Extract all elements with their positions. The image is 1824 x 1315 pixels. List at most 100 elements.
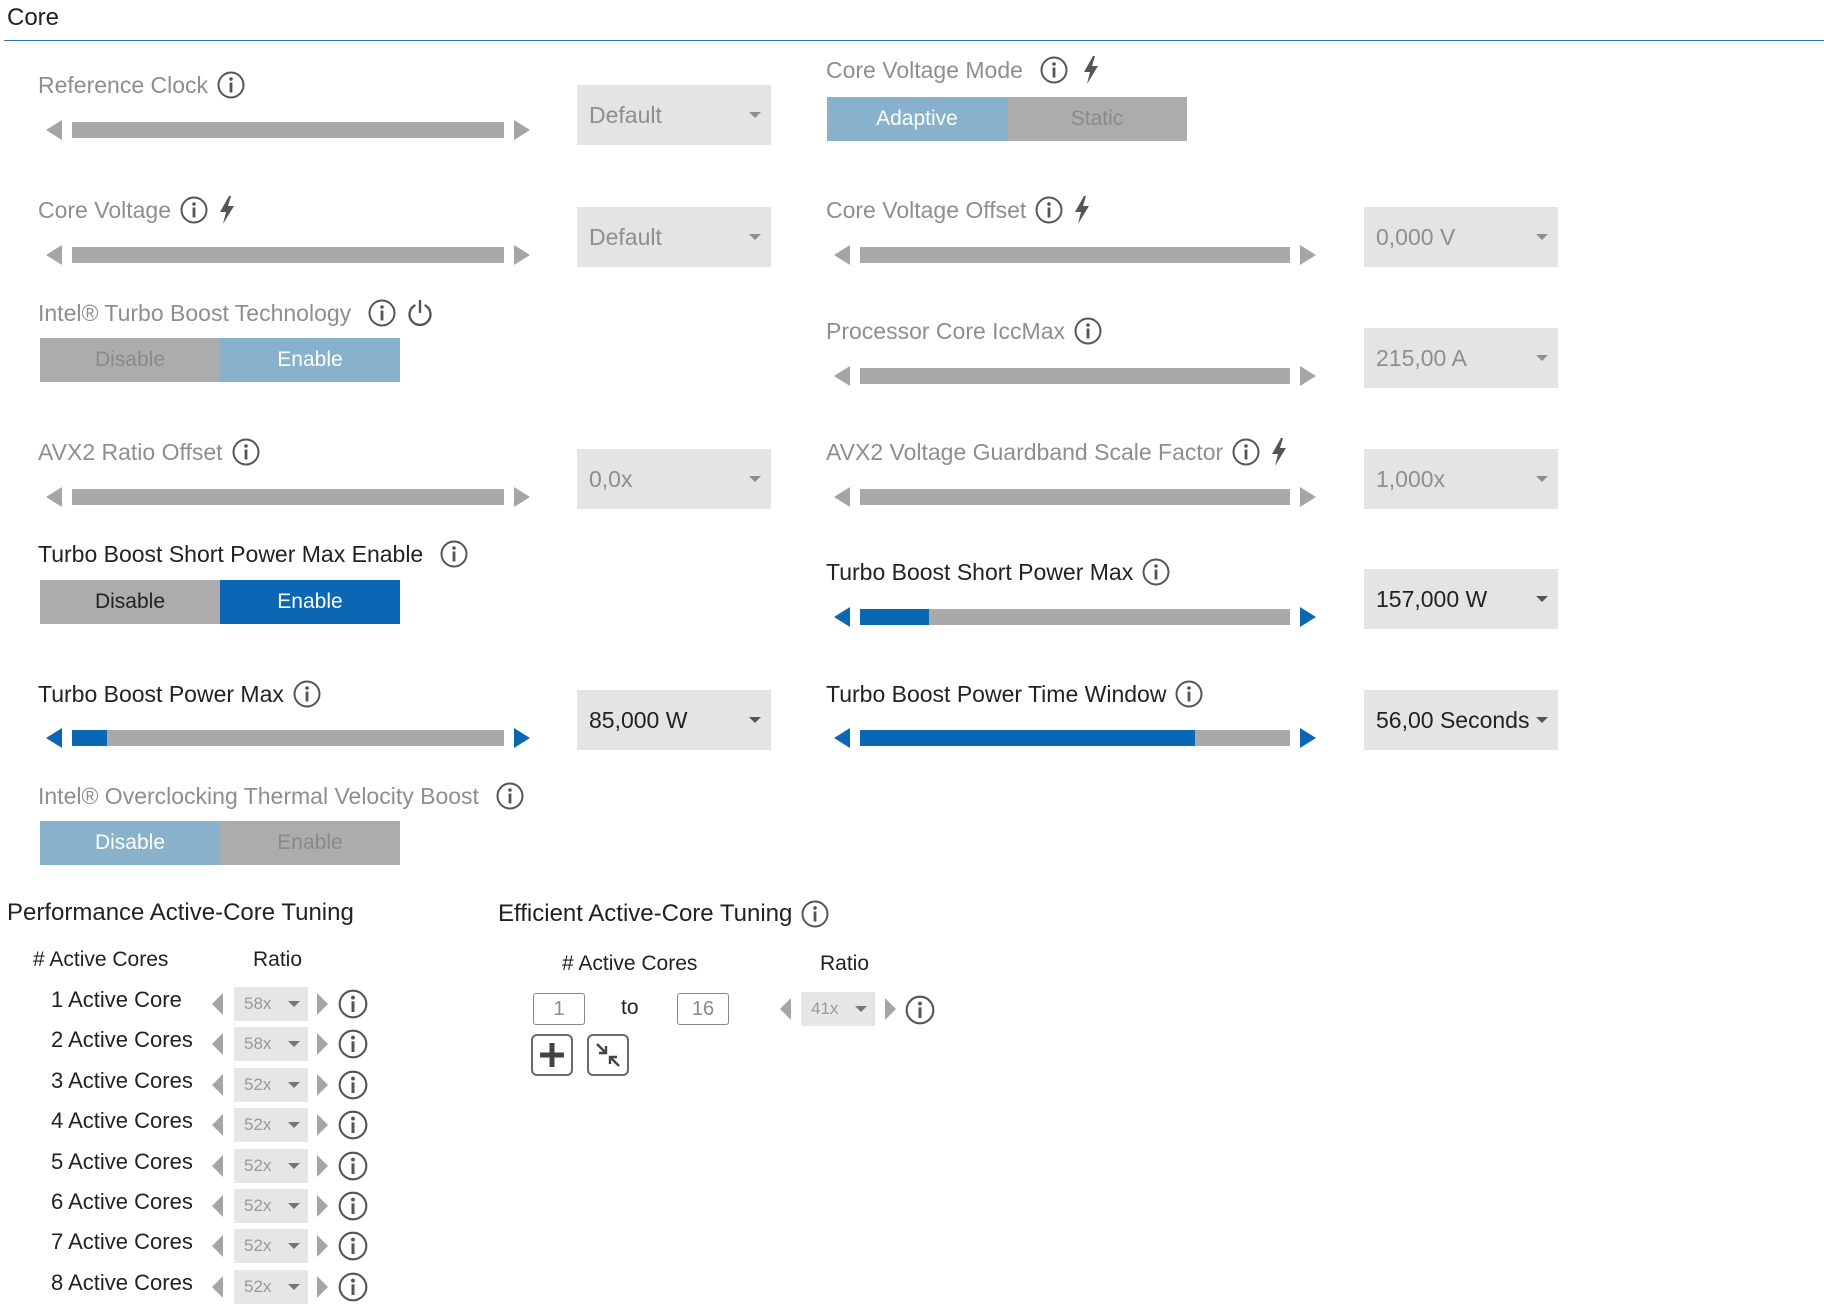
ratio-decrease-arrow[interactable] xyxy=(212,1033,223,1055)
slider-increase-arrow[interactable] xyxy=(1300,487,1316,507)
ratio-decrease-arrow[interactable] xyxy=(212,1114,223,1136)
ratio-increase-arrow[interactable] xyxy=(317,1074,328,1096)
slider-track[interactable] xyxy=(860,247,1290,263)
core-voltage-slider[interactable] xyxy=(46,243,530,267)
tvb-toggle[interactable]: Disable Enable xyxy=(40,821,400,865)
ratio-decrease-arrow[interactable] xyxy=(212,1074,223,1096)
short-power-max-dropdown[interactable]: 157,000 W xyxy=(1364,569,1558,629)
eff-to-input[interactable]: 16 xyxy=(677,993,729,1025)
ratio-dropdown[interactable]: 52x xyxy=(234,1189,308,1223)
ratio-decrease-arrow[interactable] xyxy=(212,993,223,1015)
slider-increase-arrow[interactable] xyxy=(1300,245,1316,265)
slider-increase-arrow[interactable] xyxy=(514,245,530,265)
disable-option[interactable]: Disable xyxy=(40,580,220,624)
avx2-guardband-dropdown[interactable]: 1,000x xyxy=(1364,449,1558,509)
info-icon[interactable] xyxy=(1141,557,1171,587)
ratio-increase-arrow[interactable] xyxy=(317,1033,328,1055)
power-time-window-slider[interactable] xyxy=(834,726,1316,750)
ratio-increase-arrow[interactable] xyxy=(317,1195,328,1217)
slider-increase-arrow[interactable] xyxy=(1300,607,1316,627)
slider-decrease-arrow[interactable] xyxy=(834,487,850,507)
short-power-max-slider[interactable] xyxy=(834,605,1316,629)
slider-track[interactable] xyxy=(860,609,1290,625)
info-icon[interactable] xyxy=(495,781,525,811)
ratio-dropdown[interactable]: 52x xyxy=(234,1068,308,1102)
info-icon[interactable] xyxy=(337,1190,369,1227)
info-icon[interactable] xyxy=(337,1230,369,1267)
reference-clock-dropdown[interactable]: Default xyxy=(577,85,771,145)
ratio-decrease-arrow[interactable] xyxy=(212,1155,223,1177)
ratio-dropdown[interactable]: 52x xyxy=(234,1149,308,1183)
slider-decrease-arrow[interactable] xyxy=(834,366,850,386)
info-icon[interactable] xyxy=(904,994,936,1031)
disable-option[interactable]: Disable xyxy=(40,821,220,865)
ratio-increase-arrow[interactable] xyxy=(317,1276,328,1298)
info-icon[interactable] xyxy=(439,539,469,569)
ratio-dropdown[interactable]: 52x xyxy=(234,1108,308,1142)
slider-decrease-arrow[interactable] xyxy=(46,487,62,507)
slider-increase-arrow[interactable] xyxy=(514,728,530,748)
info-icon[interactable] xyxy=(337,1271,369,1308)
info-icon[interactable] xyxy=(216,70,246,100)
info-icon[interactable] xyxy=(231,437,261,467)
slider-decrease-arrow[interactable] xyxy=(834,728,850,748)
ratio-decrease-arrow[interactable] xyxy=(212,1276,223,1298)
reference-clock-slider[interactable] xyxy=(46,118,530,142)
core-voltage-dropdown[interactable]: Default xyxy=(577,207,771,267)
slider-increase-arrow[interactable] xyxy=(514,487,530,507)
slider-track[interactable] xyxy=(860,368,1290,384)
icc-max-dropdown[interactable]: 215,00 A xyxy=(1364,328,1558,388)
slider-track[interactable] xyxy=(72,489,504,505)
slider-increase-arrow[interactable] xyxy=(1300,366,1316,386)
info-icon[interactable] xyxy=(337,988,369,1025)
slider-track[interactable] xyxy=(72,730,504,746)
slider-increase-arrow[interactable] xyxy=(1300,728,1316,748)
avx2-ratio-offset-slider[interactable] xyxy=(46,485,530,509)
avx2-ratio-offset-dropdown[interactable]: 0,0x xyxy=(577,449,771,509)
slider-track[interactable] xyxy=(860,489,1290,505)
ratio-increase-arrow[interactable] xyxy=(317,1235,328,1257)
eff-ratio-decrease-arrow[interactable] xyxy=(780,998,791,1020)
power-time-window-dropdown[interactable]: 56,00 Seconds xyxy=(1364,690,1558,750)
short-power-max-enable-toggle[interactable]: Disable Enable xyxy=(40,580,400,624)
info-icon[interactable] xyxy=(337,1150,369,1187)
adaptive-option[interactable]: Adaptive xyxy=(827,97,1007,141)
slider-decrease-arrow[interactable] xyxy=(834,607,850,627)
enable-option[interactable]: Enable xyxy=(220,580,400,624)
eff-from-input[interactable]: 1 xyxy=(533,993,585,1025)
info-icon[interactable] xyxy=(337,1109,369,1146)
ratio-decrease-arrow[interactable] xyxy=(212,1195,223,1217)
ratio-dropdown[interactable]: 52x xyxy=(234,1229,308,1263)
power-max-slider[interactable] xyxy=(46,726,530,750)
slider-decrease-arrow[interactable] xyxy=(46,245,62,265)
slider-track[interactable] xyxy=(72,122,504,138)
enable-option[interactable]: Enable xyxy=(220,338,400,382)
info-icon[interactable] xyxy=(292,679,322,709)
ratio-increase-arrow[interactable] xyxy=(317,993,328,1015)
disable-option[interactable]: Disable xyxy=(40,338,220,382)
turbo-boost-tech-toggle[interactable]: Disable Enable xyxy=(40,338,400,382)
icc-max-slider[interactable] xyxy=(834,364,1316,388)
collapse-range-button[interactable] xyxy=(587,1034,629,1076)
enable-option[interactable]: Enable xyxy=(220,821,400,865)
add-range-button[interactable] xyxy=(531,1034,573,1076)
slider-decrease-arrow[interactable] xyxy=(46,728,62,748)
slider-increase-arrow[interactable] xyxy=(514,120,530,140)
info-icon[interactable] xyxy=(1039,55,1069,85)
slider-decrease-arrow[interactable] xyxy=(46,120,62,140)
info-icon[interactable] xyxy=(1231,437,1261,467)
slider-track[interactable] xyxy=(72,247,504,263)
info-icon[interactable] xyxy=(337,1069,369,1106)
info-icon[interactable] xyxy=(1034,195,1064,225)
eff-ratio-dropdown[interactable]: 41x xyxy=(801,992,875,1026)
ratio-dropdown[interactable]: 58x xyxy=(234,987,308,1021)
info-icon[interactable] xyxy=(1174,679,1204,709)
slider-track[interactable] xyxy=(860,730,1290,746)
info-icon[interactable] xyxy=(367,298,397,328)
info-icon[interactable] xyxy=(1073,316,1103,346)
ratio-increase-arrow[interactable] xyxy=(317,1155,328,1177)
core-voltage-mode-toggle[interactable]: Adaptive Static xyxy=(827,97,1187,141)
ratio-decrease-arrow[interactable] xyxy=(212,1235,223,1257)
static-option[interactable]: Static xyxy=(1007,97,1187,141)
avx2-guardband-slider[interactable] xyxy=(834,485,1316,509)
